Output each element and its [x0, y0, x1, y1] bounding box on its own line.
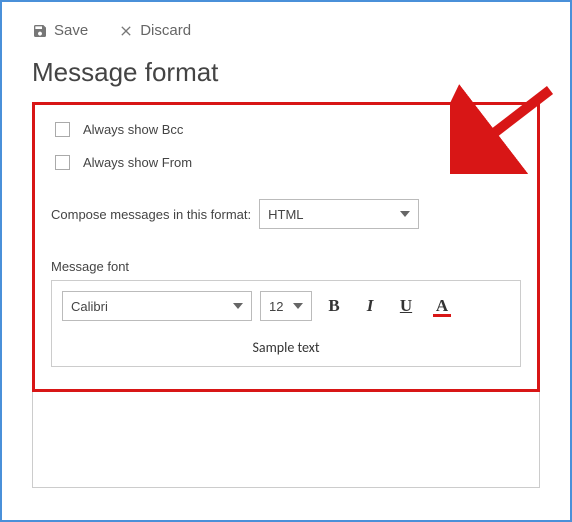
always-show-bcc-label: Always show Bcc — [83, 122, 183, 137]
underline-button[interactable]: U — [392, 292, 420, 320]
italic-button[interactable]: I — [356, 292, 384, 320]
sample-text: Sample text — [62, 321, 510, 366]
always-show-from-row[interactable]: Always show From — [51, 152, 521, 173]
always-show-from-checkbox[interactable] — [55, 155, 70, 170]
font-color-button[interactable]: A — [428, 292, 456, 320]
preview-area — [32, 392, 540, 488]
discard-button[interactable]: Discard — [118, 22, 191, 39]
highlighted-region: Always show Bcc Always show From Compose… — [32, 102, 540, 392]
font-size-value: 12 — [269, 299, 283, 314]
message-font-label: Message font — [51, 259, 521, 274]
discard-icon — [118, 23, 134, 39]
font-size-select[interactable]: 12 — [260, 291, 312, 321]
font-panel: Calibri 12 B I U A Sample text — [51, 280, 521, 367]
always-show-from-label: Always show From — [83, 155, 192, 170]
font-family-select[interactable]: Calibri — [62, 291, 252, 321]
font-family-value: Calibri — [71, 299, 108, 314]
bold-button[interactable]: B — [320, 292, 348, 320]
always-show-bcc-checkbox[interactable] — [55, 122, 70, 137]
always-show-bcc-row[interactable]: Always show Bcc — [51, 119, 521, 140]
chevron-down-icon — [400, 211, 410, 217]
chevron-down-icon — [233, 303, 243, 309]
save-icon — [32, 23, 48, 39]
save-label: Save — [54, 22, 88, 39]
page-title: Message format — [32, 57, 540, 88]
chevron-down-icon — [293, 303, 303, 309]
save-button[interactable]: Save — [32, 22, 88, 39]
compose-format-value: HTML — [268, 207, 303, 222]
discard-label: Discard — [140, 22, 191, 39]
compose-format-select[interactable]: HTML — [259, 199, 419, 229]
compose-format-label: Compose messages in this format: — [51, 207, 251, 222]
